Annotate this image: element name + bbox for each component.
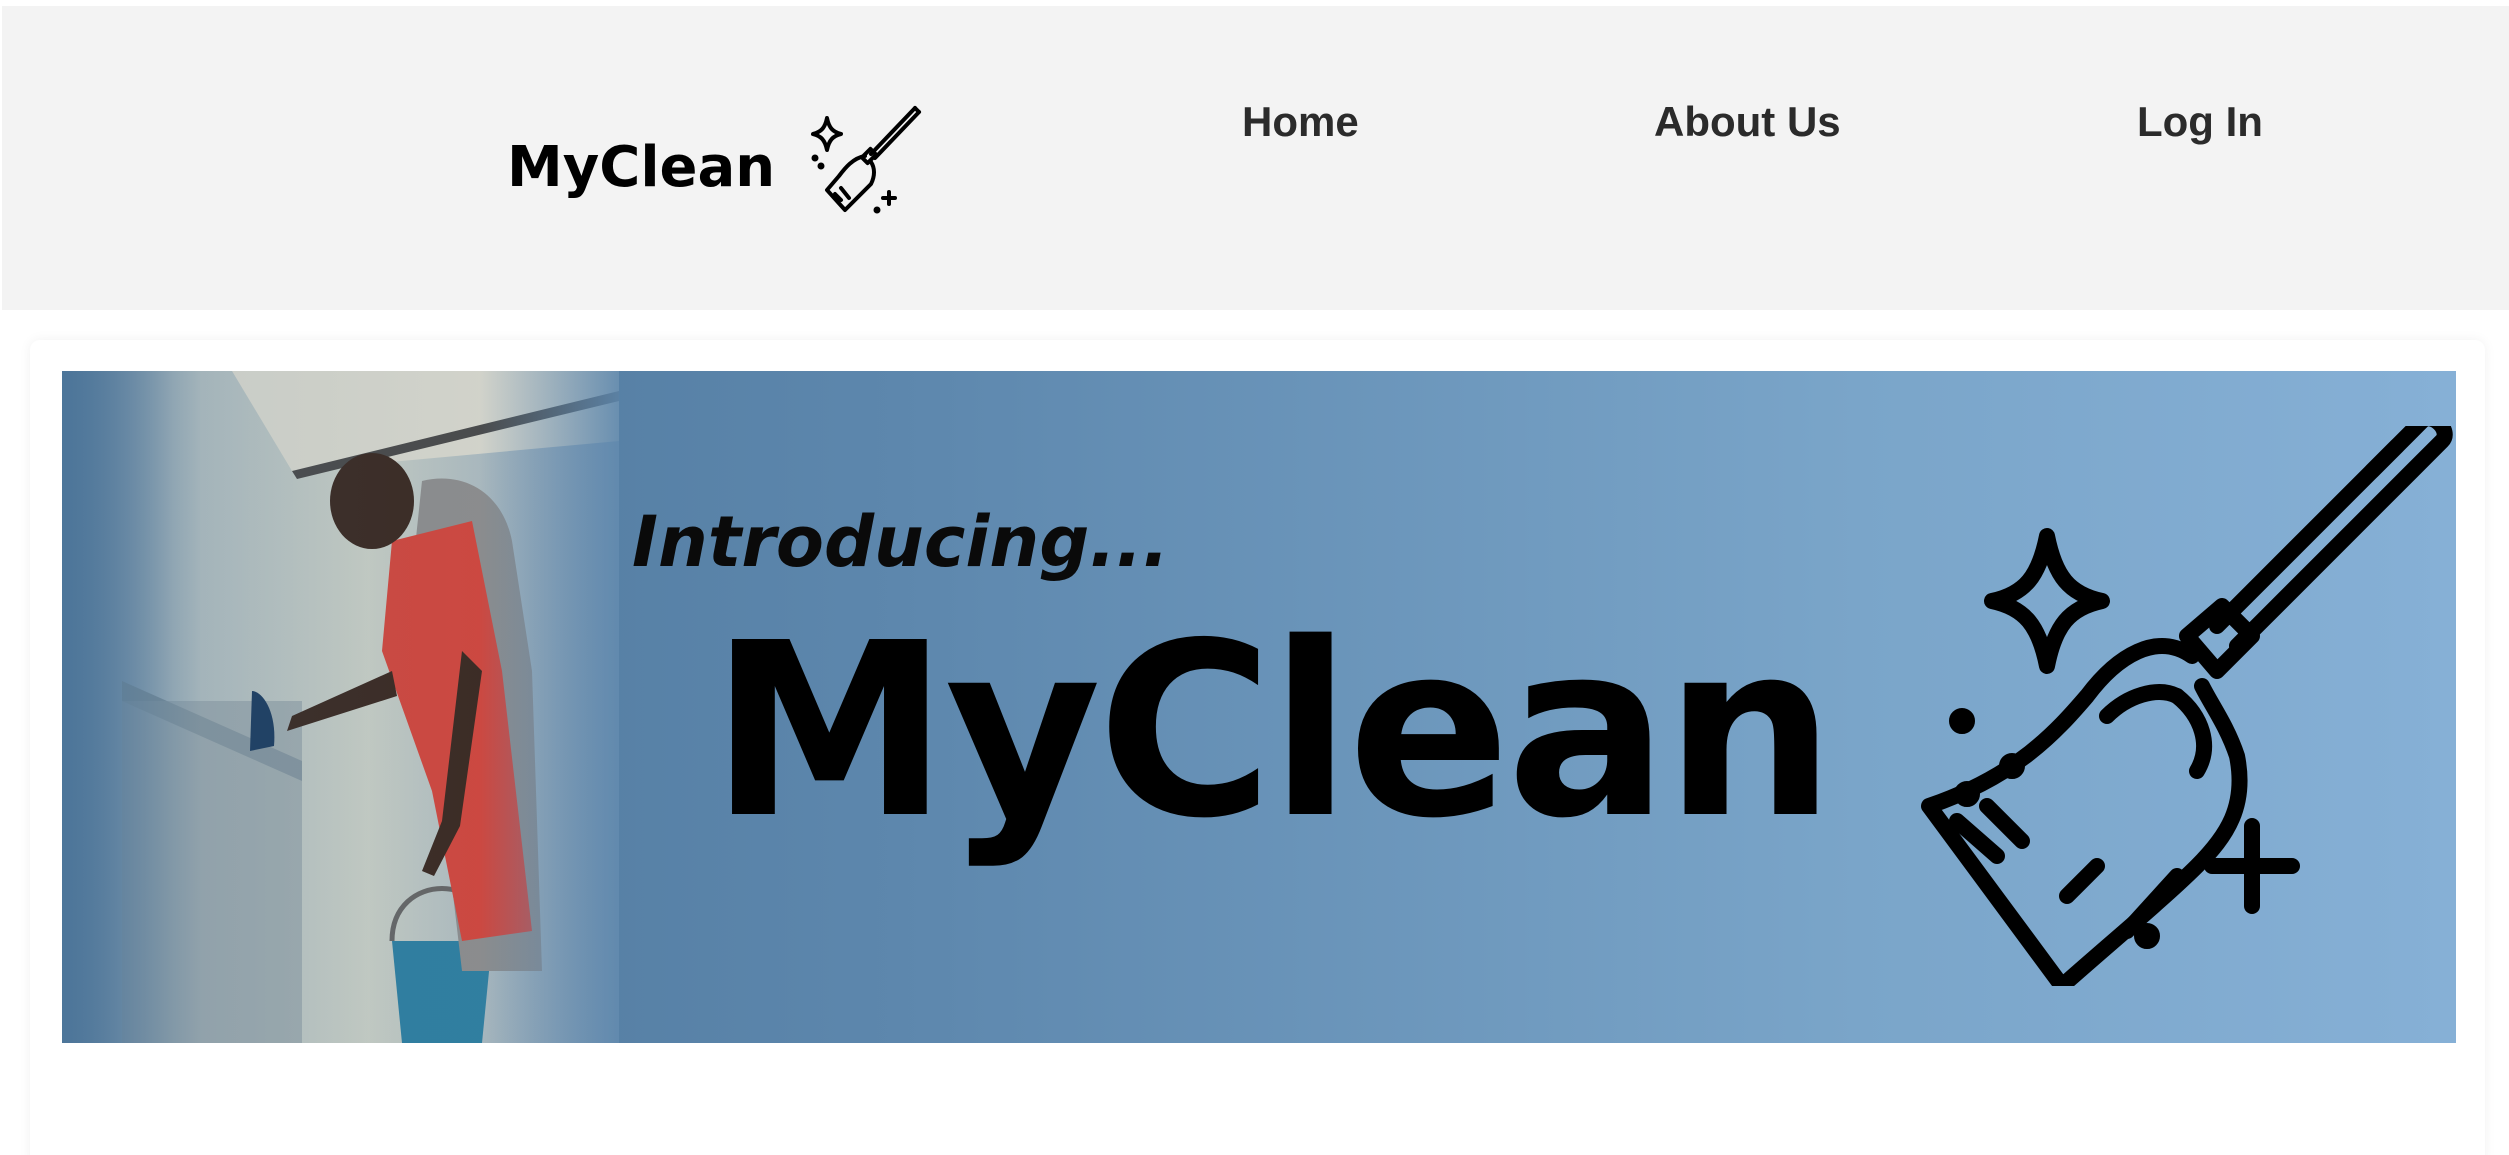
hero-intro-text: Introducing... xyxy=(632,501,1170,583)
site-header: MyClean Home About Us Log In xyxy=(2,6,2509,310)
logo-link[interactable]: MyClean xyxy=(507,98,925,218)
broom-sparkle-icon xyxy=(805,98,925,218)
hero-banner: Introducing... MyClean xyxy=(62,371,2456,1043)
nav-about-link[interactable]: About Us xyxy=(1654,98,1841,146)
page: MyClean Home About Us Log In Introducing… xyxy=(0,0,2509,1155)
broom-sparkle-icon xyxy=(1867,426,2456,986)
cleaner-photo xyxy=(62,371,619,1043)
nav-login-link[interactable]: Log In xyxy=(2137,98,2263,146)
nav-home-link[interactable]: Home xyxy=(1242,98,1359,146)
logo-text: MyClean xyxy=(507,134,776,200)
hero-brand-text: MyClean xyxy=(710,591,1835,871)
